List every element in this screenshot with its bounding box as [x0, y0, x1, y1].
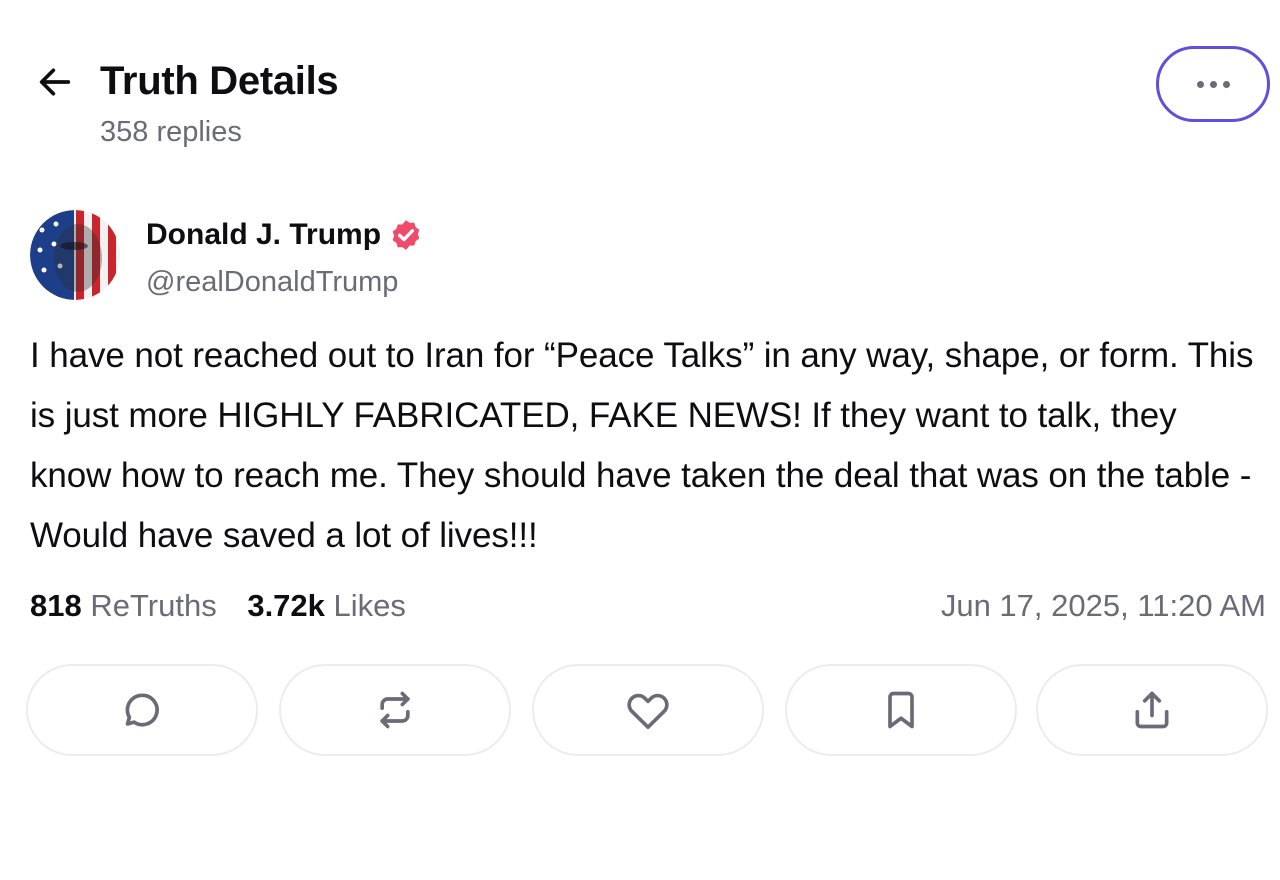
- retruths-stat[interactable]: 818 ReTruths: [30, 584, 217, 628]
- post-author: Donald J. Trump @realDonaldTrump: [30, 210, 1230, 310]
- retruths-label: ReTruths: [90, 588, 217, 623]
- bookmark-icon: [888, 691, 914, 729]
- likes-label: Likes: [333, 588, 406, 623]
- avatar[interactable]: [30, 210, 120, 300]
- arrow-left-icon: [39, 68, 71, 96]
- comment-icon: [125, 693, 159, 727]
- reply-button[interactable]: [26, 664, 258, 756]
- author-name[interactable]: Donald J. Trump: [146, 216, 423, 254]
- avatar-image: [30, 210, 120, 300]
- action-bar: [26, 664, 1270, 756]
- repost-icon: [380, 691, 410, 729]
- bookmark-button[interactable]: [785, 664, 1017, 756]
- heart-icon: [627, 693, 669, 730]
- truth-details-page: Truth Details 358 replies Donald J. Trum…: [0, 0, 1280, 880]
- share-icon: [1135, 691, 1169, 729]
- post-text: I have not reached out to Iran for “Peac…: [30, 336, 1254, 555]
- more-options-button[interactable]: [1156, 46, 1270, 122]
- author-name-text: Donald J. Trump: [146, 218, 382, 251]
- verified-badge-icon: [392, 220, 420, 250]
- retruth-button[interactable]: [279, 664, 511, 756]
- likes-count: 3.72k: [247, 588, 325, 623]
- author-handle[interactable]: @realDonaldTrump: [146, 264, 398, 300]
- header: Truth Details 358 replies: [30, 46, 1270, 162]
- post-timestamp[interactable]: Jun 17, 2025, 11:20 AM: [941, 584, 1266, 628]
- like-button[interactable]: [532, 664, 764, 756]
- replies-count: 358 replies: [100, 116, 242, 148]
- back-button[interactable]: [30, 60, 80, 104]
- post-stats: 818 ReTruths 3.72k Likes Jun 17, 2025, 1…: [30, 584, 1266, 628]
- page-title: Truth Details: [100, 59, 339, 103]
- likes-stat[interactable]: 3.72k Likes: [247, 584, 406, 628]
- more-horizontal-icon: [1196, 80, 1204, 88]
- share-button[interactable]: [1036, 664, 1268, 756]
- retruths-count: 818: [30, 588, 82, 623]
